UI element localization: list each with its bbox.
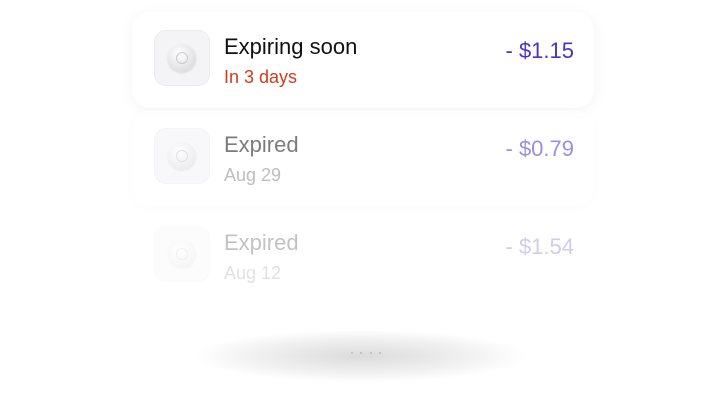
coin-icon xyxy=(168,44,196,72)
dot xyxy=(378,352,381,354)
list-item[interactable]: Expiring soon In 3 days - $1.15 xyxy=(132,12,594,108)
item-title: Expired xyxy=(224,230,299,255)
dot xyxy=(351,352,353,354)
item-subtitle: Aug 29 xyxy=(224,165,282,185)
coin-icon xyxy=(168,240,196,268)
item-subtitle: In 3 days xyxy=(224,67,298,87)
item-subtitle: Aug 12 xyxy=(224,263,282,283)
item-title: Expiring soon xyxy=(224,34,358,59)
dot xyxy=(369,352,372,354)
item-amount: - $1.54 xyxy=(505,234,575,259)
item-title: Expired xyxy=(224,132,299,157)
list-item[interactable]: Expired Aug 29 - $0.79 xyxy=(132,110,594,206)
item-thumbnail xyxy=(154,226,210,282)
pagination-dots xyxy=(351,352,381,356)
dot xyxy=(360,352,363,354)
item-amount: - $0.79 xyxy=(505,136,575,161)
list-item[interactable]: Expired Aug 12 - $1.54 xyxy=(132,208,594,304)
coin-icon xyxy=(168,142,196,170)
item-amount: - $1.15 xyxy=(505,38,575,63)
item-thumbnail xyxy=(154,30,210,86)
item-thumbnail xyxy=(154,128,210,184)
drop-shadow xyxy=(196,330,526,382)
